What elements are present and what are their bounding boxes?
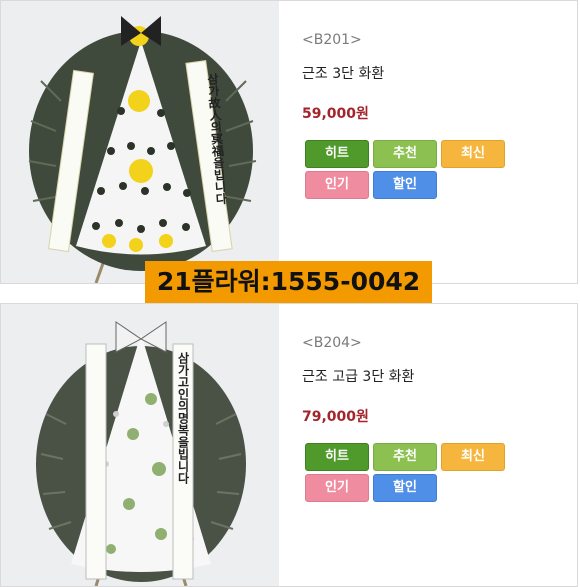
wreath-illustration-1: 삼가故人의冥福을빕니다 xyxy=(1,1,279,283)
tag-hit[interactable]: 히트 xyxy=(305,140,369,168)
product-info: <B201> 근조 3단 화환 59,000원 히트 추천 최신 인기 할인 xyxy=(302,1,577,283)
tag-newest[interactable]: 최신 xyxy=(441,140,505,168)
tag-sale[interactable]: 할인 xyxy=(373,171,437,199)
tag-newest[interactable]: 최신 xyxy=(441,443,505,471)
product-info: <B204> 근조 고급 3단 화환 79,000원 히트 추천 최신 인기 할… xyxy=(302,304,577,586)
product-name[interactable]: 근조 고급 3단 화환 xyxy=(302,366,414,386)
tag-sale[interactable]: 할인 xyxy=(373,474,437,502)
ribbon-text-right: 삼가고인의명복을빕니다 xyxy=(176,351,190,485)
phone-banner[interactable]: 21플라워:1555-0042 xyxy=(145,261,432,303)
tag-popular[interactable]: 인기 xyxy=(305,474,369,502)
product-code: <B201> xyxy=(302,32,362,48)
product-card-b204[interactable]: 삼가고인의명복을빕니다 <B204> 근조 고급 3단 화환 79,000원 히… xyxy=(0,303,578,587)
tag-recommend[interactable]: 추천 xyxy=(373,443,437,471)
tag-hit[interactable]: 히트 xyxy=(305,443,369,471)
product-price: 79,000원 xyxy=(302,409,369,425)
tag-recommend[interactable]: 추천 xyxy=(373,140,437,168)
tag-popular[interactable]: 인기 xyxy=(305,171,369,199)
product-name[interactable]: 근조 3단 화환 xyxy=(302,63,384,83)
product-image-wreath[interactable]: 삼가故人의冥福을빕니다 xyxy=(1,1,279,283)
product-card-b201[interactable]: 삼가故人의冥福을빕니다 <B201> 근조 3단 화환 59,000원 히트 추… xyxy=(0,0,578,284)
wreath-illustration-2: 삼가고인의명복을빕니다 xyxy=(1,304,279,586)
product-code: <B204> xyxy=(302,335,362,351)
product-price: 59,000원 xyxy=(302,106,369,122)
product-image-wreath[interactable]: 삼가고인의명복을빕니다 xyxy=(1,304,279,586)
